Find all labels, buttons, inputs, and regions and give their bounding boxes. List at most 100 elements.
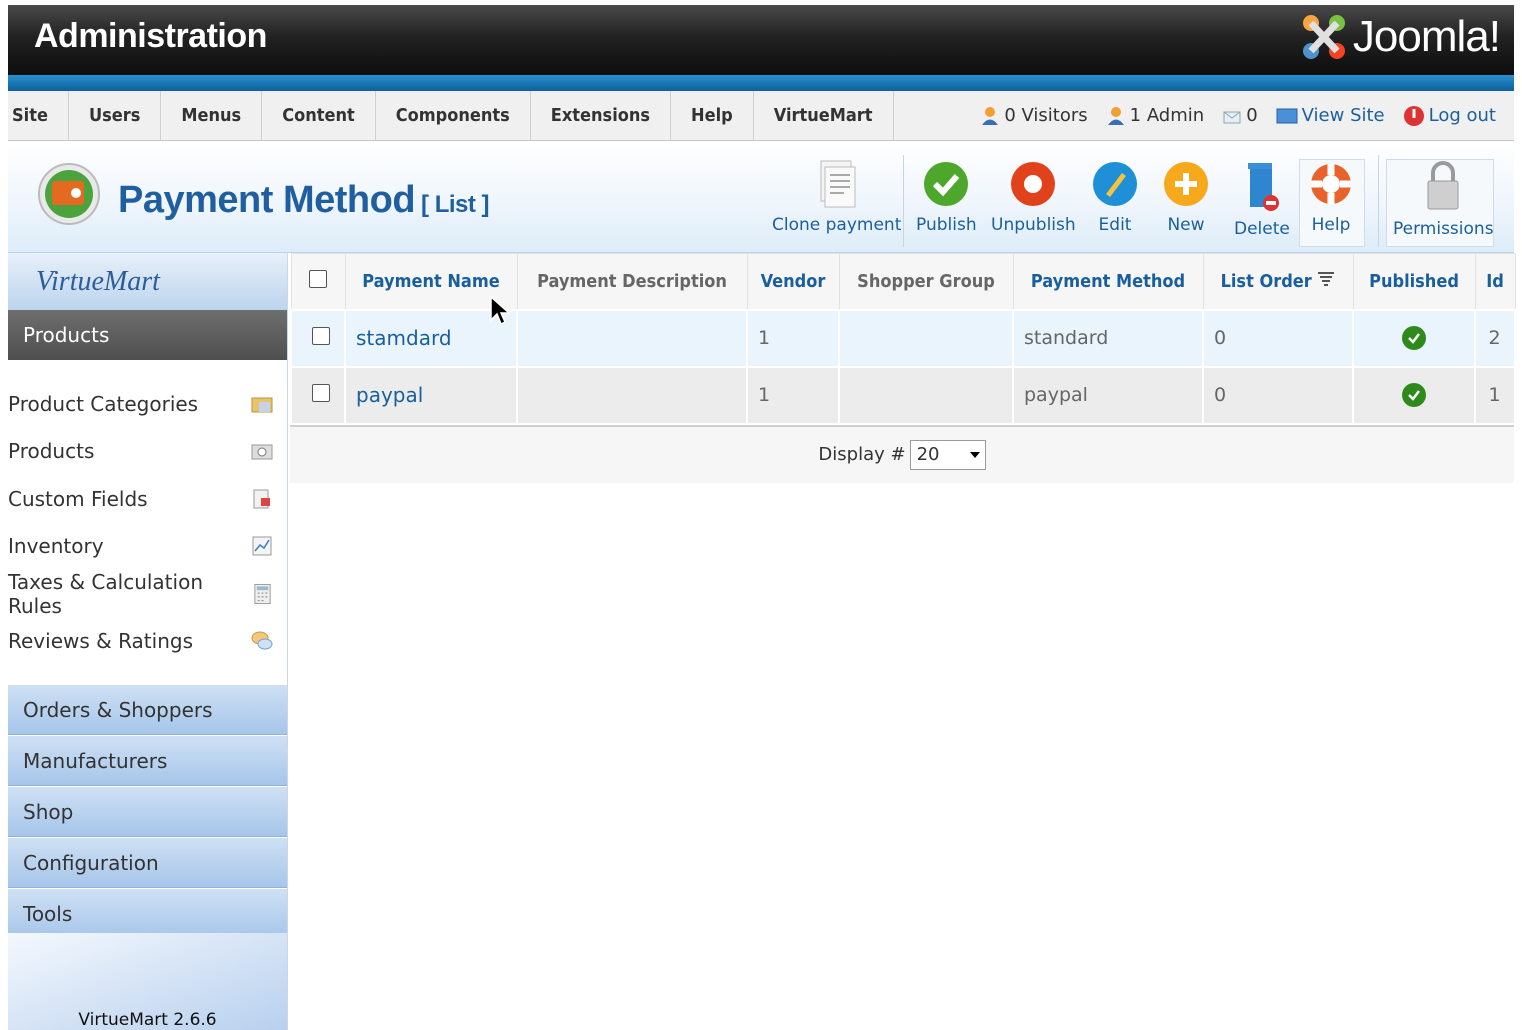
row-checkbox[interactable]: [312, 326, 330, 345]
sidebar-item-inventory[interactable]: Inventory: [8, 523, 287, 571]
sidebar-item-label: Taxes & Calculation Rules: [8, 569, 203, 618]
row-checkbox[interactable]: [312, 383, 330, 402]
page-toolbar: Payment Method[ List ] Clone payment Pub…: [8, 141, 1514, 253]
table-footer: Display # 20: [290, 424, 1514, 483]
chart-icon: [252, 536, 272, 556]
delete-button[interactable]: Delete: [1234, 159, 1290, 239]
col-id[interactable]: Id: [1474, 253, 1516, 310]
table-row[interactable]: stamdard 1 standard 0 2: [290, 308, 1516, 368]
sidebar-footer: VirtueMart 2.6.6: [8, 933, 287, 1030]
admin-user-icon: [1107, 106, 1124, 125]
joomla-logo[interactable]: Joomla!: [1301, 9, 1501, 65]
sidebar-item-taxes[interactable]: Taxes & Calculation Rules: [8, 570, 287, 618]
speech-bubble-icon: [251, 631, 273, 650]
user-icon: [982, 106, 999, 125]
virtuemart-logo-text: VirtueMart: [36, 265, 160, 297]
sidebar-product-list: Product Categories Products Custom Field…: [8, 360, 287, 665]
vendor-cell: 1: [746, 308, 840, 368]
logout-link[interactable]: Log out: [1403, 105, 1496, 127]
menu-virtuemart[interactable]: VirtueMart: [754, 91, 894, 140]
clone-payment-label: Clone payment: [772, 215, 902, 235]
sidebar-item-label: Reviews & Ratings: [8, 629, 193, 654]
joomla-logo-icon: [1302, 15, 1345, 59]
admin-header: Administration Joomla!: [8, 5, 1514, 75]
published-cell: [1352, 365, 1476, 425]
main-menu-bar: Site Users Menus Content Components Exte…: [8, 91, 1514, 141]
sidebar-section-orders[interactable]: Orders & Shoppers: [8, 684, 287, 735]
payment-methods-table: Payment Name Payment Description Vendor …: [290, 253, 1516, 425]
sidebar-section-products[interactable]: Products: [8, 310, 287, 360]
unpublish-button[interactable]: Unpublish: [991, 159, 1076, 235]
list-order-cell: 0: [1202, 308, 1354, 368]
display-count-select[interactable]: 20: [909, 439, 986, 470]
joomla-wordmark: Joomla!: [1352, 12, 1501, 61]
sidebar-item-reviews[interactable]: Reviews & Ratings: [8, 618, 287, 666]
published-check-icon[interactable]: [1401, 326, 1426, 350]
monitor-icon: [1276, 108, 1298, 123]
help-label: Help: [1311, 215, 1351, 235]
col-shopper-group: Shopper Group: [838, 253, 1014, 310]
published-cell: [1352, 308, 1476, 368]
clone-document-icon: [820, 160, 856, 208]
sidebar-section-manufacturers[interactable]: Manufacturers: [8, 735, 287, 786]
view-site-link[interactable]: View Site: [1276, 105, 1385, 126]
shopper-group-cell: [838, 365, 1014, 425]
payment-name-link[interactable]: paypal: [344, 365, 518, 425]
view-site-label: View Site: [1301, 105, 1385, 126]
sidebar-item-label: Products: [8, 439, 95, 464]
col-payment-method[interactable]: Payment Method: [1012, 253, 1204, 310]
sidebar-item-label: Inventory: [8, 534, 104, 559]
menu-components[interactable]: Components: [376, 91, 531, 140]
publish-button[interactable]: Publish: [916, 159, 977, 235]
sidebar-section-tools[interactable]: Tools: [8, 888, 287, 939]
select-all-checkbox[interactable]: [309, 269, 327, 288]
delete-label: Delete: [1234, 219, 1290, 239]
sidebar-item-label: Product Categories: [8, 391, 199, 416]
padlock-icon: [1427, 161, 1459, 210]
menu-extensions[interactable]: Extensions: [531, 91, 672, 140]
clone-payment-button[interactable]: Clone payment: [772, 159, 901, 235]
id-cell: 1: [1474, 365, 1516, 425]
menu-content[interactable]: Content: [262, 91, 376, 140]
payment-methods-panel: Payment Name Payment Description Vendor …: [290, 253, 1516, 483]
payment-method-cell: paypal: [1012, 365, 1204, 425]
help-button[interactable]: Help: [1308, 159, 1354, 235]
sidebar-item-custom-fields[interactable]: Custom Fields: [8, 475, 287, 523]
unpublish-label: Unpublish: [991, 215, 1076, 235]
messages-count: 0: [1246, 105, 1258, 126]
edit-button[interactable]: Edit: [1091, 159, 1139, 235]
col-vendor[interactable]: Vendor: [746, 253, 840, 310]
row-select-cell: [290, 365, 346, 425]
published-check-icon[interactable]: [1401, 383, 1426, 407]
calculator-icon: [254, 583, 271, 604]
menu-menus[interactable]: Menus: [161, 91, 263, 140]
payment-method-icon: [38, 163, 100, 225]
menu-site[interactable]: Site: [8, 91, 69, 140]
permissions-button[interactable]: Permissions: [1393, 159, 1494, 239]
display-count-value: 20: [916, 444, 940, 465]
col-published[interactable]: Published: [1352, 253, 1476, 310]
list-order-cell: 0: [1202, 365, 1354, 425]
status-area: 0 Visitors 1 Admin 0 View Site Log out: [980, 91, 1496, 140]
menu-users[interactable]: Users: [69, 91, 162, 140]
sidebar-item-product-categories[interactable]: Product Categories: [8, 380, 287, 428]
toolbar-divider: [1378, 155, 1379, 247]
page-subtitle: [ List ]: [421, 191, 490, 218]
col-list-order[interactable]: List Order: [1202, 253, 1354, 310]
col-list-order-label: List Order: [1220, 270, 1312, 292]
new-button[interactable]: New: [1162, 159, 1210, 235]
permissions-label: Permissions: [1393, 219, 1494, 239]
table-row[interactable]: paypal 1 paypal 0 1: [290, 365, 1516, 425]
edit-label: Edit: [1098, 215, 1132, 235]
admin-title: Administration: [34, 17, 267, 55]
publish-check-icon: [924, 162, 969, 206]
menu-help[interactable]: Help: [671, 91, 754, 140]
sidebar-item-products[interactable]: Products: [8, 428, 287, 476]
trash-icon: [1247, 163, 1279, 211]
sidebar-section-shop[interactable]: Shop: [8, 786, 287, 837]
messages-status[interactable]: 0: [1222, 105, 1258, 126]
virtuemart-logo[interactable]: VirtueMart: [8, 253, 287, 310]
sidebar-section-configuration[interactable]: Configuration: [8, 837, 287, 888]
payment-description-cell: [516, 365, 748, 425]
row-select-cell: [290, 308, 346, 368]
